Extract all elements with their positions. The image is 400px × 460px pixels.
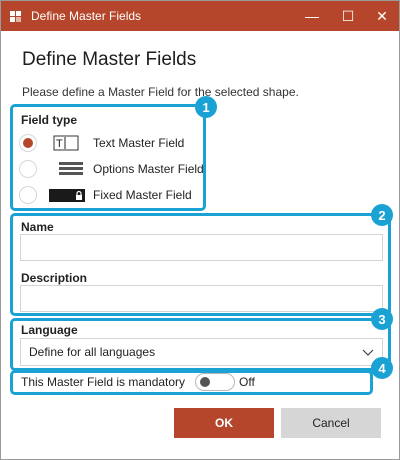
callout-badge-1: 1	[195, 96, 217, 118]
language-dropdown[interactable]: Define for all languages	[20, 338, 383, 366]
description-label: Description	[21, 271, 88, 285]
mandatory-toggle[interactable]	[195, 373, 235, 391]
language-selected-value: Define for all languages	[29, 345, 156, 359]
callout-badge-3: 3	[371, 308, 393, 330]
close-button[interactable]: ✕	[365, 1, 399, 31]
language-label: Language	[21, 323, 78, 337]
radio-button[interactable]	[19, 160, 37, 178]
svg-text:T: T	[56, 138, 63, 150]
mandatory-state-text: Off	[239, 375, 255, 389]
radio-options-master-field[interactable]: Options Master Field	[19, 158, 204, 180]
radio-label: Fixed Master Field	[93, 188, 192, 202]
window-title: Define Master Fields	[31, 9, 142, 23]
radio-label: Text Master Field	[93, 136, 185, 150]
description-input[interactable]	[20, 285, 383, 312]
dialog-subtitle: Please define a Master Field for the sel…	[22, 85, 299, 99]
mandatory-label: This Master Field is mandatory	[21, 375, 186, 389]
minimize-button[interactable]: —	[295, 1, 329, 31]
radio-text-master-field[interactable]: T Text Master Field	[19, 132, 184, 154]
dialog-window: Define Master Fields — ☐ ✕ Define Master…	[0, 0, 400, 460]
radio-label: Options Master Field	[93, 162, 204, 176]
maximize-button[interactable]: ☐	[331, 1, 365, 31]
title-bar[interactable]: Define Master Fields — ☐ ✕	[1, 1, 399, 31]
callout-badge-2: 2	[371, 204, 393, 226]
cancel-button[interactable]: Cancel	[281, 408, 381, 438]
options-list-icon	[59, 162, 83, 175]
name-input[interactable]	[20, 234, 383, 261]
field-type-label: Field type	[21, 113, 78, 127]
radio-button[interactable]	[19, 186, 37, 204]
dialog-heading: Define Master Fields	[22, 49, 197, 70]
callout-badge-4: 4	[371, 357, 393, 379]
radio-button[interactable]	[19, 134, 37, 152]
ok-button[interactable]: OK	[174, 408, 274, 438]
radio-fixed-master-field[interactable]: Fixed Master Field	[19, 184, 192, 206]
app-logo-icon	[8, 9, 23, 24]
toggle-knob	[200, 377, 210, 387]
text-field-icon: T	[53, 135, 79, 151]
locked-field-icon	[49, 189, 85, 202]
name-label: Name	[21, 220, 54, 234]
chevron-down-icon	[362, 349, 374, 356]
